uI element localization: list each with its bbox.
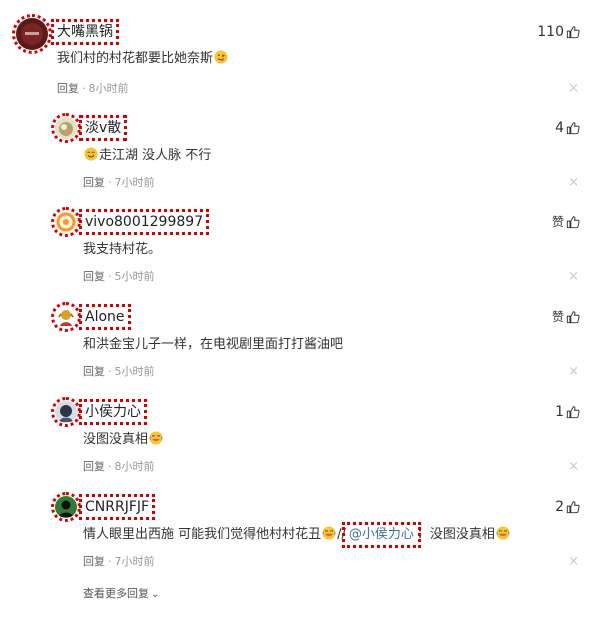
like-count: 4 bbox=[555, 120, 564, 136]
laugh-cry-emoji-icon bbox=[322, 526, 336, 540]
reply-button[interactable]: 回复 bbox=[83, 176, 105, 189]
close-icon[interactable]: × bbox=[568, 176, 579, 190]
username[interactable]: Alone bbox=[79, 304, 131, 330]
like-count: 赞 bbox=[551, 215, 564, 229]
timestamp: 5小时前 bbox=[114, 365, 155, 378]
avatar[interactable] bbox=[51, 397, 81, 427]
comment-text: 我们村的村花都要比她奈斯 bbox=[57, 50, 229, 68]
reply-item: vivo8001299897 赞 我支持村花。 回复 · 5小时前 × bbox=[0, 206, 600, 300]
like-button[interactable]: 2 bbox=[555, 498, 580, 516]
reply-button[interactable]: 回复 bbox=[83, 460, 105, 473]
username[interactable]: 淡v散 bbox=[78, 115, 128, 141]
reply-item: 小侯力心 1 没图没真相 回复 · 8小时前 × bbox=[0, 396, 600, 490]
reply-item: CNRRJFJF 2 情人眼里出西施 可能我们觉得他村村花丑 //@小侯力心 ：没… bbox=[0, 491, 600, 585]
thumbs-up-icon bbox=[566, 501, 580, 514]
like-count: 1 bbox=[555, 404, 564, 420]
timestamp: 8小时前 bbox=[114, 460, 155, 473]
avatar[interactable] bbox=[51, 113, 81, 143]
comment-meta: 回复 · 7小时前 bbox=[83, 176, 155, 189]
timestamp: 5小时前 bbox=[114, 270, 155, 283]
close-icon[interactable]: × bbox=[568, 82, 579, 96]
close-icon[interactable]: × bbox=[568, 365, 579, 379]
reply-button[interactable]: 回复 bbox=[83, 365, 105, 378]
close-icon[interactable]: × bbox=[568, 555, 579, 569]
comment-meta: 回复 · 8小时前 bbox=[83, 460, 155, 473]
comment-text: 情人眼里出西施 可能我们觉得他村村花丑 //@小侯力心 ：没图没真相 bbox=[83, 522, 511, 548]
comment-text: 我支持村花。 bbox=[83, 242, 162, 257]
like-count: 赞 bbox=[551, 310, 564, 324]
like-button[interactable]: 110 bbox=[537, 23, 580, 41]
avatar-image bbox=[55, 117, 77, 139]
reply-button[interactable]: 回复 bbox=[57, 82, 79, 95]
comment-text: 没图没真相 bbox=[83, 431, 164, 449]
thumbs-up-icon bbox=[566, 311, 580, 324]
avatar-image bbox=[55, 401, 77, 423]
comment-meta: 回复 · 7小时前 bbox=[83, 555, 155, 568]
comment-meta: 回复 · 5小时前 bbox=[83, 365, 155, 378]
thumbs-up-icon bbox=[566, 122, 580, 135]
username[interactable]: vivo8001299897 bbox=[78, 209, 210, 235]
timestamp: 7小时前 bbox=[114, 176, 155, 189]
avatar-image bbox=[55, 496, 77, 518]
reply-item: Alone 赞 和洪金宝儿子一样，在电视剧里面打打酱油吧 回复 · 5小时前 × bbox=[0, 301, 600, 395]
comment-item: 大嘴黑锅 110 我们村的村花都要比她奈斯 回复 · 8小时前 × bbox=[0, 0, 600, 96]
comment-section: 大嘴黑锅 110 我们村的村花都要比她奈斯 回复 · 8小时前 × 淡v散 4 … bbox=[0, 0, 600, 622]
avatar-image bbox=[16, 18, 48, 50]
mention-link[interactable]: @小侯力心 bbox=[341, 522, 421, 548]
comment-meta: 回复 · 5小时前 bbox=[83, 270, 155, 283]
avatar-image bbox=[55, 306, 77, 328]
close-icon[interactable]: × bbox=[568, 460, 579, 474]
avatar-image bbox=[55, 211, 77, 233]
reply-button[interactable]: 回复 bbox=[83, 270, 105, 283]
comment-text: 和洪金宝儿子一样，在电视剧里面打打酱油吧 bbox=[83, 337, 344, 352]
avatar[interactable] bbox=[51, 207, 81, 237]
like-button[interactable]: 赞 bbox=[552, 213, 580, 231]
thumbs-up-icon bbox=[566, 406, 580, 419]
close-icon[interactable]: × bbox=[568, 270, 579, 284]
like-button[interactable]: 4 bbox=[555, 119, 580, 137]
tongue-out-emoji-icon bbox=[214, 50, 228, 64]
view-more-replies-button[interactable]: 查看更多回复 ⌄ bbox=[83, 585, 159, 601]
username[interactable]: 小侯力心 bbox=[79, 399, 147, 425]
smile-emoji-icon bbox=[84, 147, 98, 161]
username[interactable]: CNRRJFJF bbox=[78, 494, 156, 520]
avatar[interactable] bbox=[12, 14, 52, 54]
laugh-cry-emoji-icon bbox=[149, 431, 163, 445]
chevron-down-icon: ⌄ bbox=[151, 589, 160, 600]
thumbs-up-icon bbox=[566, 26, 580, 39]
like-button[interactable]: 赞 bbox=[552, 308, 580, 326]
like-count: 110 bbox=[537, 24, 564, 40]
like-button[interactable]: 1 bbox=[555, 403, 580, 421]
laugh-cry-emoji-icon bbox=[496, 526, 510, 540]
timestamp: 8小时前 bbox=[88, 82, 129, 95]
reply-button[interactable]: 回复 bbox=[83, 555, 105, 568]
thumbs-up-icon bbox=[566, 216, 580, 229]
avatar[interactable] bbox=[51, 492, 81, 522]
like-count: 2 bbox=[555, 499, 564, 515]
avatar[interactable] bbox=[51, 302, 81, 332]
username[interactable]: 大嘴黑锅 bbox=[51, 19, 119, 45]
reply-item: 淡v散 4 走江湖 没人脉 不行 回复 · 7小时前 × bbox=[0, 112, 600, 206]
comment-meta: 回复 · 8小时前 bbox=[57, 82, 129, 95]
comment-text: 走江湖 没人脉 不行 bbox=[83, 147, 211, 165]
timestamp: 7小时前 bbox=[114, 555, 155, 568]
